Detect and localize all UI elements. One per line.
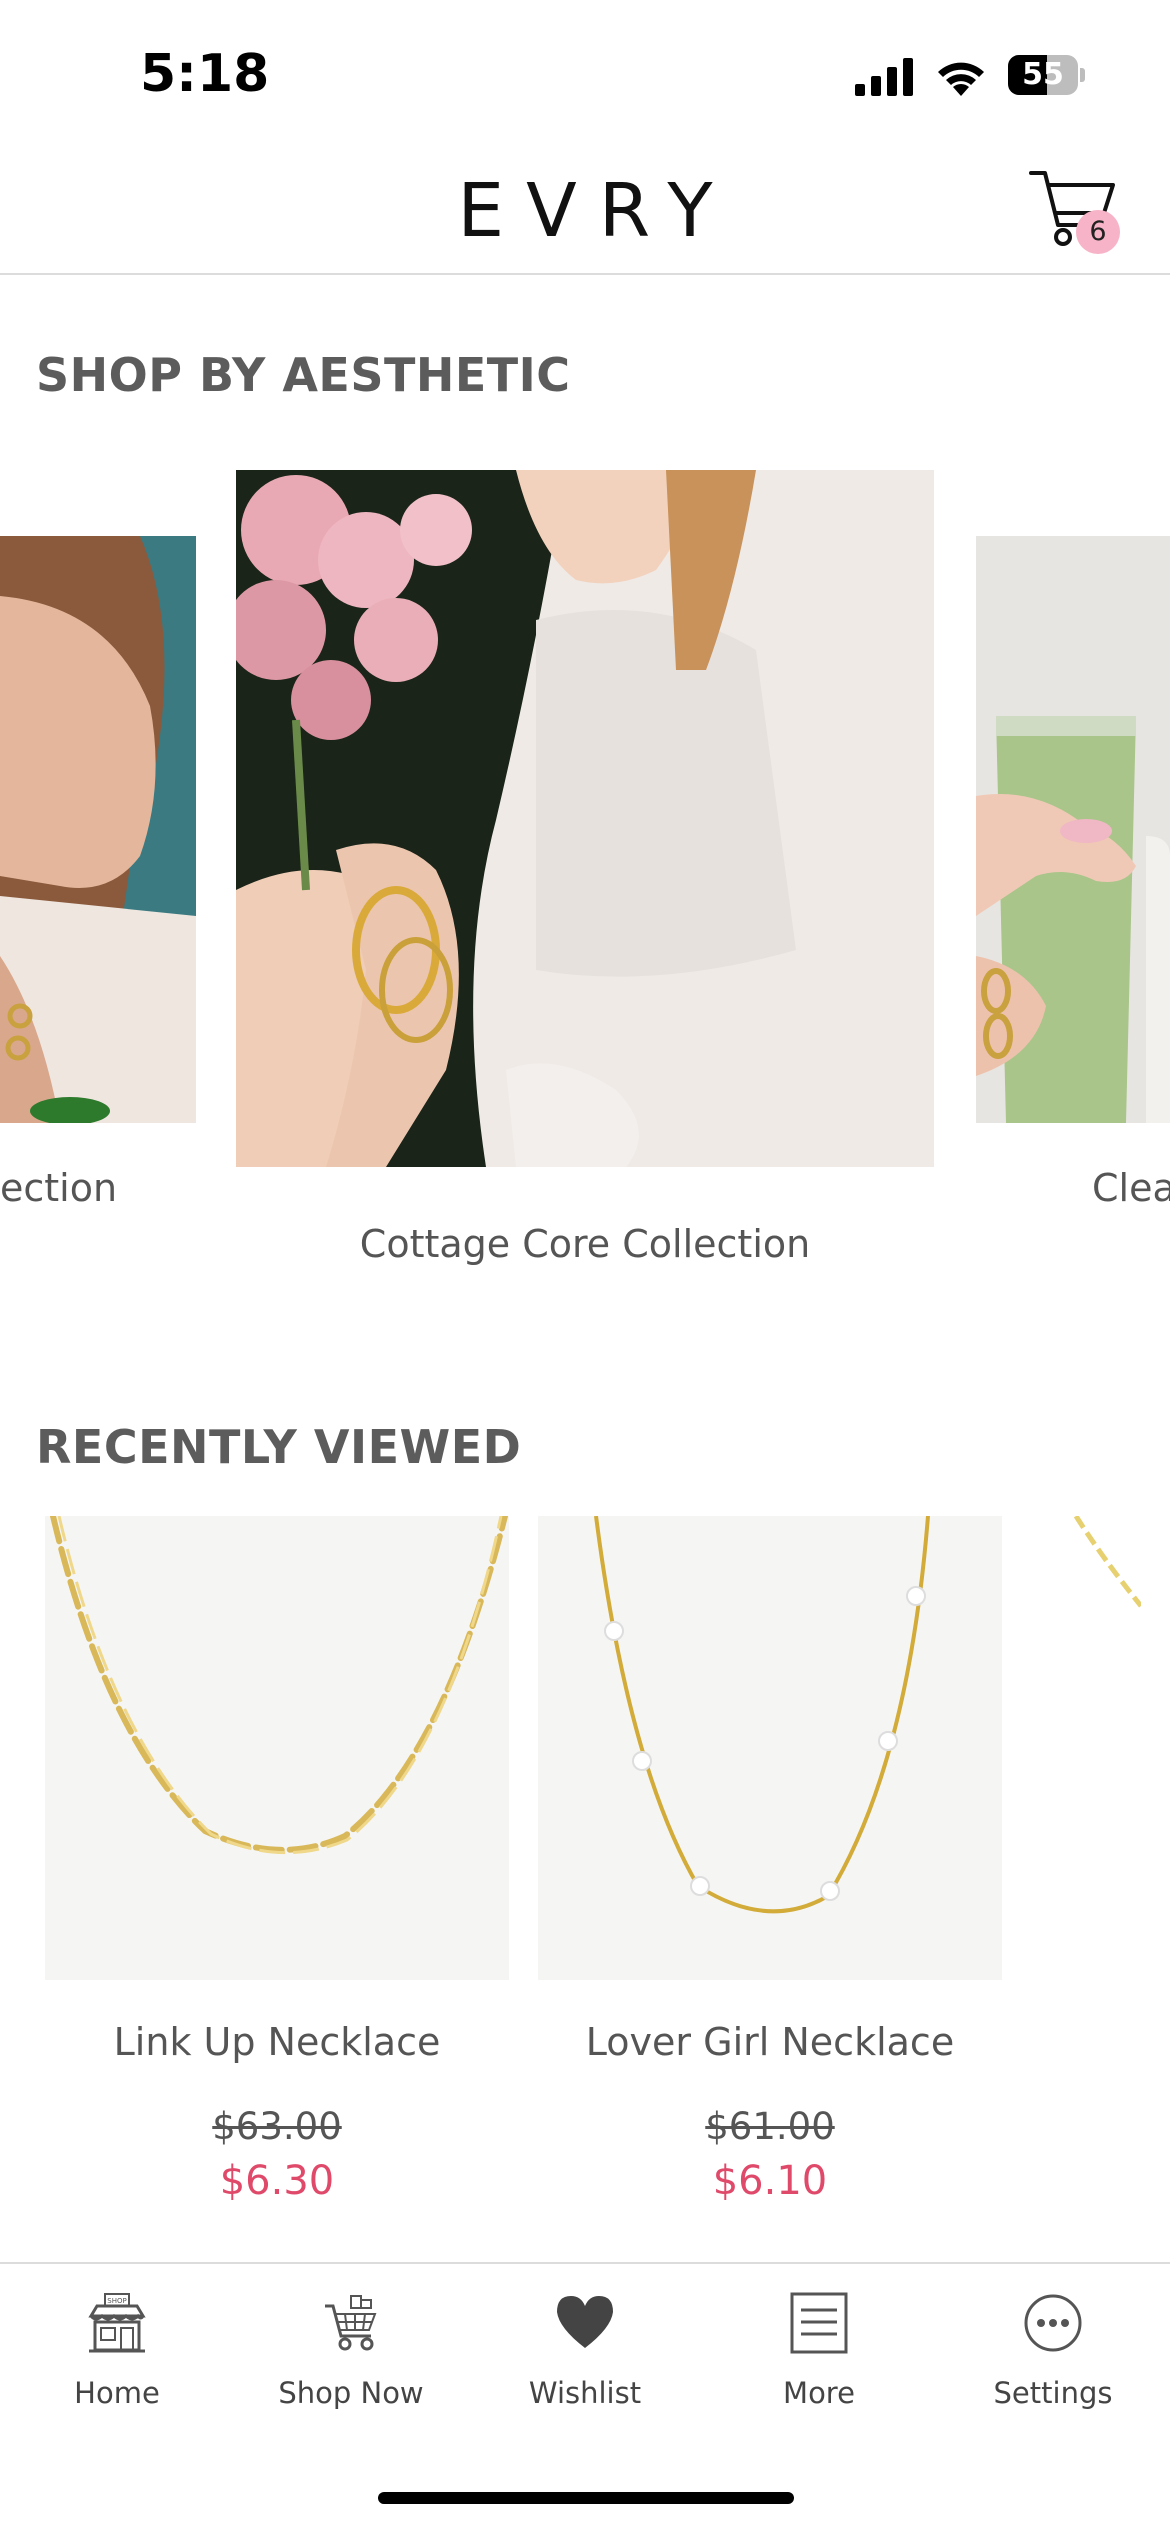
battery-level: 55 bbox=[1022, 57, 1064, 92]
menu-list-icon bbox=[790, 2292, 848, 2354]
product-image-lover-girl-necklace[interactable] bbox=[538, 1516, 1002, 1980]
section-title-aesthetic: SHOP BY AESTHETIC bbox=[36, 348, 571, 402]
cart-count-badge: 6 bbox=[1076, 210, 1120, 254]
tab-home[interactable]: SHOP Home bbox=[0, 2292, 234, 2422]
shopping-cart-icon bbox=[325, 2295, 377, 2351]
status-bar: 5:18 55 bbox=[0, 0, 1170, 140]
tab-label: Shop Now bbox=[278, 2376, 424, 2410]
cellular-signal-icon bbox=[855, 58, 913, 96]
more-dots-icon bbox=[1024, 2294, 1082, 2352]
aesthetic-card-right-label[interactable]: Clea bbox=[1092, 1166, 1170, 1210]
app-header: EVRY 6 bbox=[0, 140, 1170, 275]
home-indicator[interactable] bbox=[378, 2492, 794, 2504]
aesthetic-card-center-image[interactable] bbox=[236, 470, 934, 1167]
tab-more[interactable]: More bbox=[702, 2292, 936, 2422]
status-time: 5:18 bbox=[140, 44, 270, 104]
product-sale-price: $6.30 bbox=[219, 2158, 335, 2204]
section-title-recently-viewed: RECENTLY VIEWED bbox=[36, 1420, 522, 1474]
svg-text:SHOP: SHOP bbox=[107, 2297, 126, 2305]
tab-wishlist[interactable]: Wishlist bbox=[468, 2292, 702, 2422]
brand-logo[interactable]: EVRY bbox=[0, 168, 1170, 254]
tab-label: Home bbox=[74, 2376, 160, 2410]
tab-label: Settings bbox=[993, 2376, 1113, 2410]
tab-label: More bbox=[783, 2376, 855, 2410]
tab-shop-now[interactable]: Shop Now bbox=[234, 2292, 468, 2422]
aesthetic-card-center-label[interactable]: Cottage Core Collection bbox=[0, 1222, 1170, 1266]
heart-icon bbox=[557, 2296, 613, 2348]
product-image-link-up-necklace[interactable] bbox=[45, 1516, 509, 1980]
shop-icon: SHOP bbox=[88, 2293, 146, 2353]
aesthetic-card-left-label[interactable]: ection bbox=[0, 1166, 117, 1210]
product-original-price: $61.00 bbox=[705, 2105, 835, 2148]
product-sale-price: $6.10 bbox=[712, 2158, 828, 2204]
cart-button[interactable]: 6 bbox=[1028, 165, 1128, 255]
product-name[interactable]: Lover Girl Necklace bbox=[538, 2020, 1002, 2064]
wifi-icon bbox=[938, 62, 984, 96]
tab-label: Wishlist bbox=[528, 2376, 642, 2410]
product-name[interactable]: Link Up Necklace bbox=[45, 2020, 509, 2064]
product-image-partial[interactable] bbox=[1031, 1516, 1141, 1980]
tab-settings[interactable]: Settings bbox=[936, 2292, 1170, 2422]
aesthetic-card-right-image[interactable] bbox=[976, 536, 1170, 1123]
aesthetic-card-left-image[interactable] bbox=[0, 536, 196, 1123]
product-original-price: $63.00 bbox=[212, 2105, 342, 2148]
battery-icon: 55 bbox=[1008, 55, 1086, 95]
